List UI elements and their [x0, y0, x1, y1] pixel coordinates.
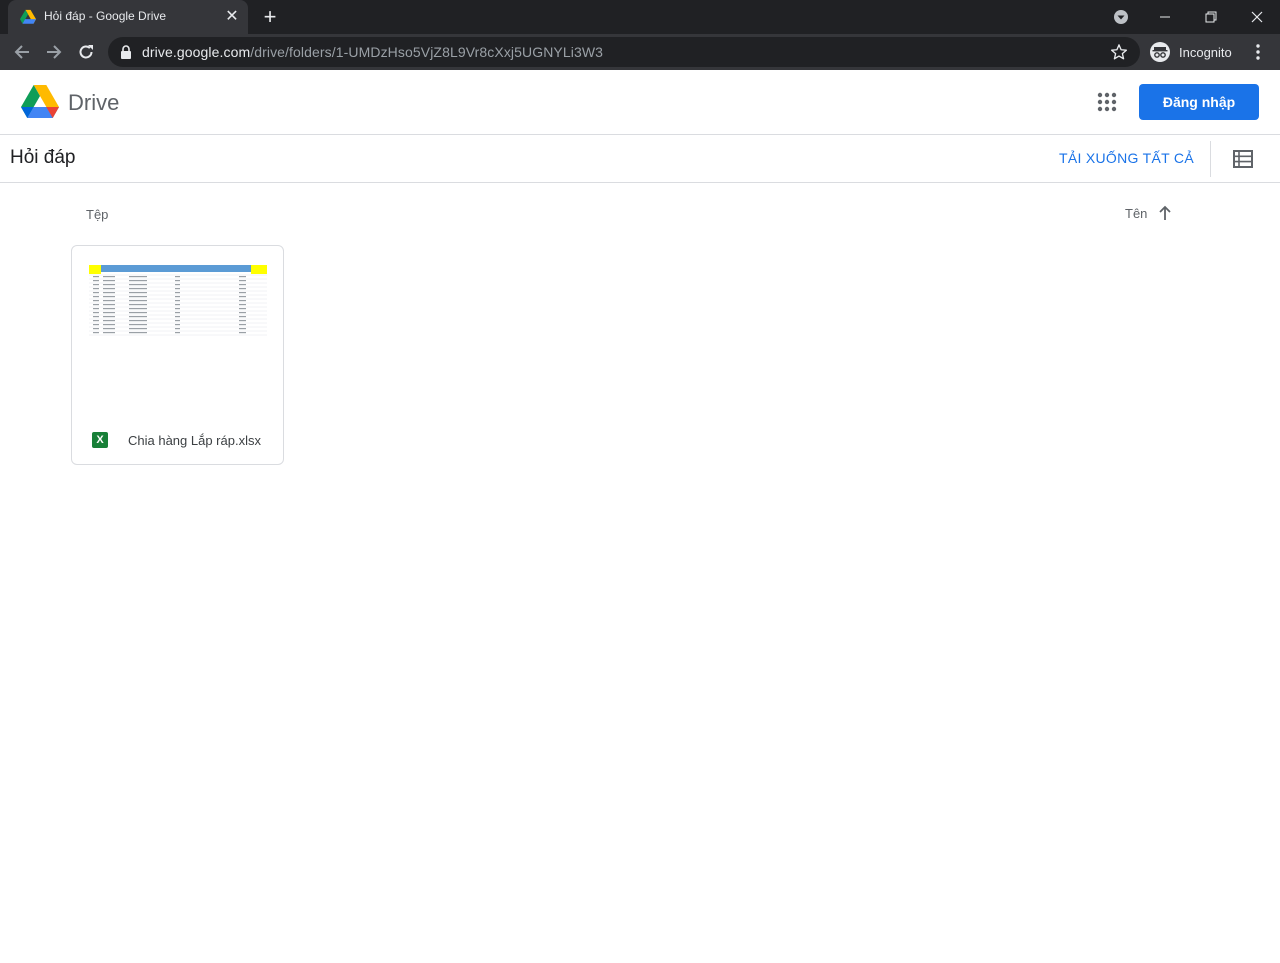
arrow-upward-icon[interactable] [1156, 204, 1174, 222]
incognito-label: Incognito [1179, 45, 1232, 60]
file-card-footer: X Chia hàng Lắp ráp.xlsx [72, 422, 283, 464]
new-tab-button[interactable]: + [258, 5, 282, 29]
back-button[interactable] [8, 38, 36, 66]
reload-button[interactable] [72, 38, 100, 66]
tab-search-icon[interactable] [1111, 7, 1131, 27]
reload-icon [79, 45, 93, 59]
url-path: /drive/folders/1-UMDzHso5VjZ8L9Vr8cXxj5U… [250, 44, 604, 60]
list-view-icon[interactable] [1233, 150, 1253, 168]
spreadsheet-thumbnail [89, 265, 267, 337]
folder-title: Hỏi đáp [10, 147, 76, 168]
lock-icon [121, 45, 131, 59]
address-bar[interactable]: drive.google.com/drive/folders/1-UMDzHso… [108, 37, 1140, 67]
restore-icon [1205, 11, 1217, 23]
sign-in-button[interactable]: Đăng nhập [1139, 84, 1259, 120]
sort-by-name-button[interactable]: Tên [1125, 206, 1147, 221]
url-text: drive.google.com/drive/folders/1-UMDzHso… [142, 44, 603, 60]
restore-window-button[interactable] [1188, 0, 1234, 34]
arrow-back-icon [14, 45, 29, 59]
bookmark-star-icon[interactable] [1110, 43, 1128, 61]
forward-button[interactable] [40, 38, 68, 66]
drive-header: Drive Đăng nhập [0, 70, 1280, 135]
browser-tab-strip: Hỏi đáp - Google Drive ✕ + [0, 0, 1280, 34]
browser-menu-button[interactable] [1246, 40, 1270, 64]
minimize-icon [1160, 16, 1170, 18]
close-window-button[interactable] [1234, 0, 1280, 34]
google-apps-icon[interactable] [1094, 89, 1120, 115]
incognito-icon [1150, 42, 1170, 62]
minimize-window-button[interactable] [1142, 0, 1188, 34]
file-name: Chia hàng Lắp ráp.xlsx [128, 433, 261, 448]
spreadsheet-file-icon: X [92, 432, 108, 448]
drive-favicon-icon [20, 9, 36, 24]
file-card[interactable]: X Chia hàng Lắp ráp.xlsx [71, 245, 284, 465]
files-section-label: Tệp [86, 207, 109, 222]
url-host: drive.google.com [142, 44, 251, 60]
tab-title: Hỏi đáp - Google Drive [44, 9, 167, 23]
divider [1210, 141, 1211, 177]
folder-bar: Hỏi đáp TẢI XUỐNG TẤT CẢ [0, 135, 1280, 183]
download-all-button[interactable]: TẢI XUỐNG TẤT CẢ [1059, 150, 1194, 166]
close-tab-icon[interactable]: ✕ [224, 9, 240, 25]
app-name[interactable]: Drive [68, 90, 119, 116]
more-vert-icon [1256, 44, 1260, 60]
incognito-badge[interactable]: Incognito [1146, 38, 1238, 66]
browser-tab[interactable]: Hỏi đáp - Google Drive ✕ [8, 0, 248, 34]
close-window-icon [1251, 11, 1263, 23]
arrow-forward-icon [47, 45, 62, 59]
browser-toolbar: drive.google.com/drive/folders/1-UMDzHso… [0, 34, 1280, 70]
drive-logo-icon[interactable] [21, 85, 59, 119]
